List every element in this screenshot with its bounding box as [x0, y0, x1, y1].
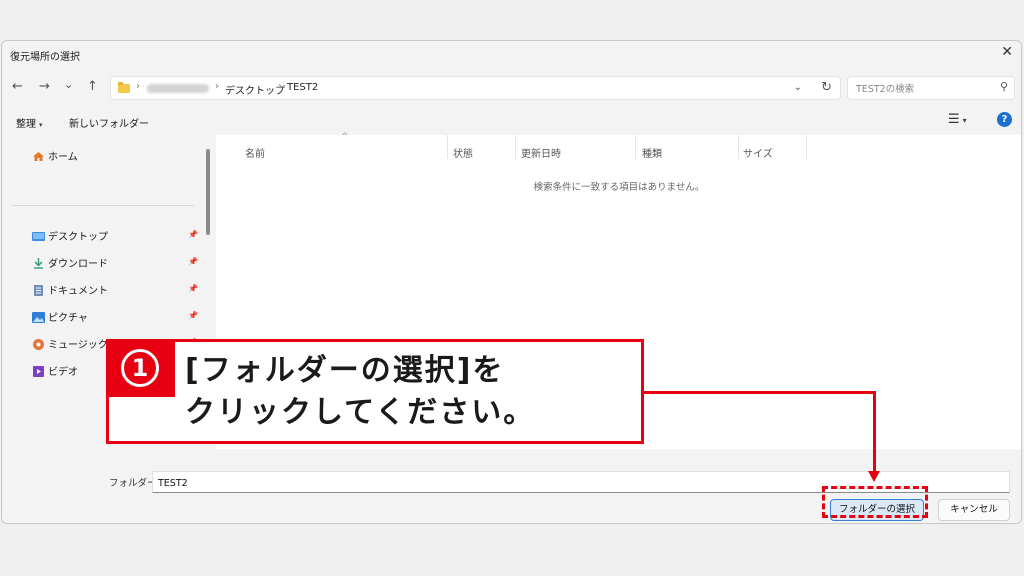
forward-arrow-icon[interactable]: →: [39, 79, 50, 95]
organize-label: 整理: [16, 119, 36, 130]
breadcrumb-separator: ›: [136, 81, 140, 92]
new-folder-button[interactable]: 新しいフォルダー: [69, 115, 149, 130]
search-input[interactable]: [854, 81, 998, 97]
divider: [12, 205, 194, 206]
view-options-icon[interactable]: ☰ ▾: [948, 112, 967, 127]
folder-icon: [118, 82, 130, 93]
help-icon[interactable]: ?: [997, 112, 1012, 127]
breadcrumb-separator: ›: [215, 81, 219, 92]
pin-icon[interactable]: 📌: [188, 284, 198, 293]
videos-icon: [33, 366, 44, 377]
column-header-name[interactable]: 名前: [245, 145, 265, 160]
music-icon: [33, 339, 44, 350]
address-bar[interactable]: › › デスクトップ › TEST2 ⌄ ↻: [110, 76, 841, 100]
navigation-bar: ← → ⌄ ↑ › › デスクトップ › TEST2 ⌄ ↻ ⚲: [2, 69, 1021, 105]
documents-icon: [34, 285, 43, 296]
empty-message: 検索条件に一致する項目はありません。: [533, 182, 705, 193]
address-dropdown-icon[interactable]: ⌄: [794, 82, 802, 93]
home-icon: [33, 152, 44, 161]
breadcrumb-user-redacted[interactable]: [147, 84, 209, 93]
breadcrumb-test2[interactable]: TEST2: [287, 82, 318, 93]
caret-down-icon: ▾: [39, 121, 43, 129]
sidebar-item-videos[interactable]: ビデオ: [32, 363, 78, 378]
sidebar-item-label: ダウンロード: [48, 259, 108, 270]
callout-connector-line: [644, 391, 876, 394]
sidebar-item-label: ドキュメント: [48, 286, 108, 297]
column-header-type[interactable]: 種類: [642, 145, 662, 160]
pin-icon[interactable]: 📌: [188, 230, 198, 239]
step-number-badge: 1: [106, 339, 175, 397]
download-icon: [34, 258, 43, 269]
desktop-icon: [32, 232, 45, 241]
pin-icon[interactable]: 📌: [188, 257, 198, 266]
column-divider[interactable]: [635, 135, 636, 159]
sidebar-item-label: ホーム: [48, 152, 78, 163]
arrow-down-icon: [868, 471, 880, 482]
column-divider[interactable]: [447, 135, 448, 159]
sidebar-item-label: ミュージック: [48, 340, 108, 351]
sidebar-item-documents[interactable]: ドキュメント: [32, 282, 108, 297]
column-header-modified[interactable]: 更新日時: [521, 145, 561, 160]
sidebar-item-music[interactable]: ミュージック: [32, 336, 108, 351]
close-icon[interactable]: ✕: [1001, 44, 1013, 60]
organize-button[interactable]: 整理 ▾: [16, 115, 43, 130]
sidebar-item-downloads[interactable]: ダウンロード: [32, 255, 108, 270]
step-number: 1: [121, 349, 159, 387]
callout-connector-line: [873, 391, 876, 473]
column-divider[interactable]: [806, 135, 807, 159]
sidebar-item-home[interactable]: ホーム: [32, 148, 78, 163]
refresh-icon[interactable]: ↻: [821, 80, 832, 95]
column-header-status[interactable]: 状態: [453, 145, 473, 160]
list-view-icon: ☰: [948, 112, 960, 127]
sidebar-item-desktop[interactable]: デスクトップ: [32, 228, 108, 243]
sidebar-item-pictures[interactable]: ピクチャ: [32, 309, 88, 324]
sidebar-item-label: ビデオ: [48, 367, 78, 378]
title-bar: 復元場所の選択 ✕: [2, 41, 1021, 67]
cancel-button[interactable]: キャンセル: [938, 499, 1010, 521]
search-icon[interactable]: ⚲: [1000, 80, 1008, 93]
sort-ascending-icon: ^: [341, 132, 349, 142]
pictures-icon: [32, 312, 45, 323]
instruction-callout: 1 [フォルダーの選択]を クリックしてください。: [106, 339, 644, 444]
folder-picker-dialog: 復元場所の選択 ✕ ← → ⌄ ↑ › › デスクトップ › TEST2 ⌄ ↻…: [1, 40, 1022, 524]
sidebar-item-label: ピクチャ: [48, 313, 88, 324]
column-divider[interactable]: [738, 135, 739, 159]
scrollbar-thumb[interactable]: [206, 149, 210, 235]
column-header-size[interactable]: サイズ: [743, 145, 773, 160]
back-arrow-icon[interactable]: ←: [12, 79, 23, 95]
search-box[interactable]: ⚲: [847, 76, 1015, 100]
instruction-line-1: [フォルダーの選択]を: [185, 353, 505, 388]
command-bar: 整理 ▾ 新しいフォルダー ☰ ▾ ?: [2, 107, 1021, 135]
sidebar-item-label: デスクトップ: [48, 232, 108, 243]
dialog-title: 復元場所の選択: [10, 52, 80, 63]
instruction-line-2: クリックしてください。: [185, 395, 536, 430]
highlight-dashed-box: [822, 486, 928, 518]
caret-down-icon: ▾: [962, 116, 967, 125]
breadcrumb-desktop[interactable]: デスクトップ: [225, 82, 285, 97]
breadcrumb-separator: ›: [278, 81, 282, 92]
pin-icon[interactable]: 📌: [188, 311, 198, 320]
up-arrow-icon[interactable]: ↑: [87, 79, 98, 95]
column-divider[interactable]: [515, 135, 516, 159]
recent-locations-chevron-icon[interactable]: ⌄: [64, 77, 73, 93]
